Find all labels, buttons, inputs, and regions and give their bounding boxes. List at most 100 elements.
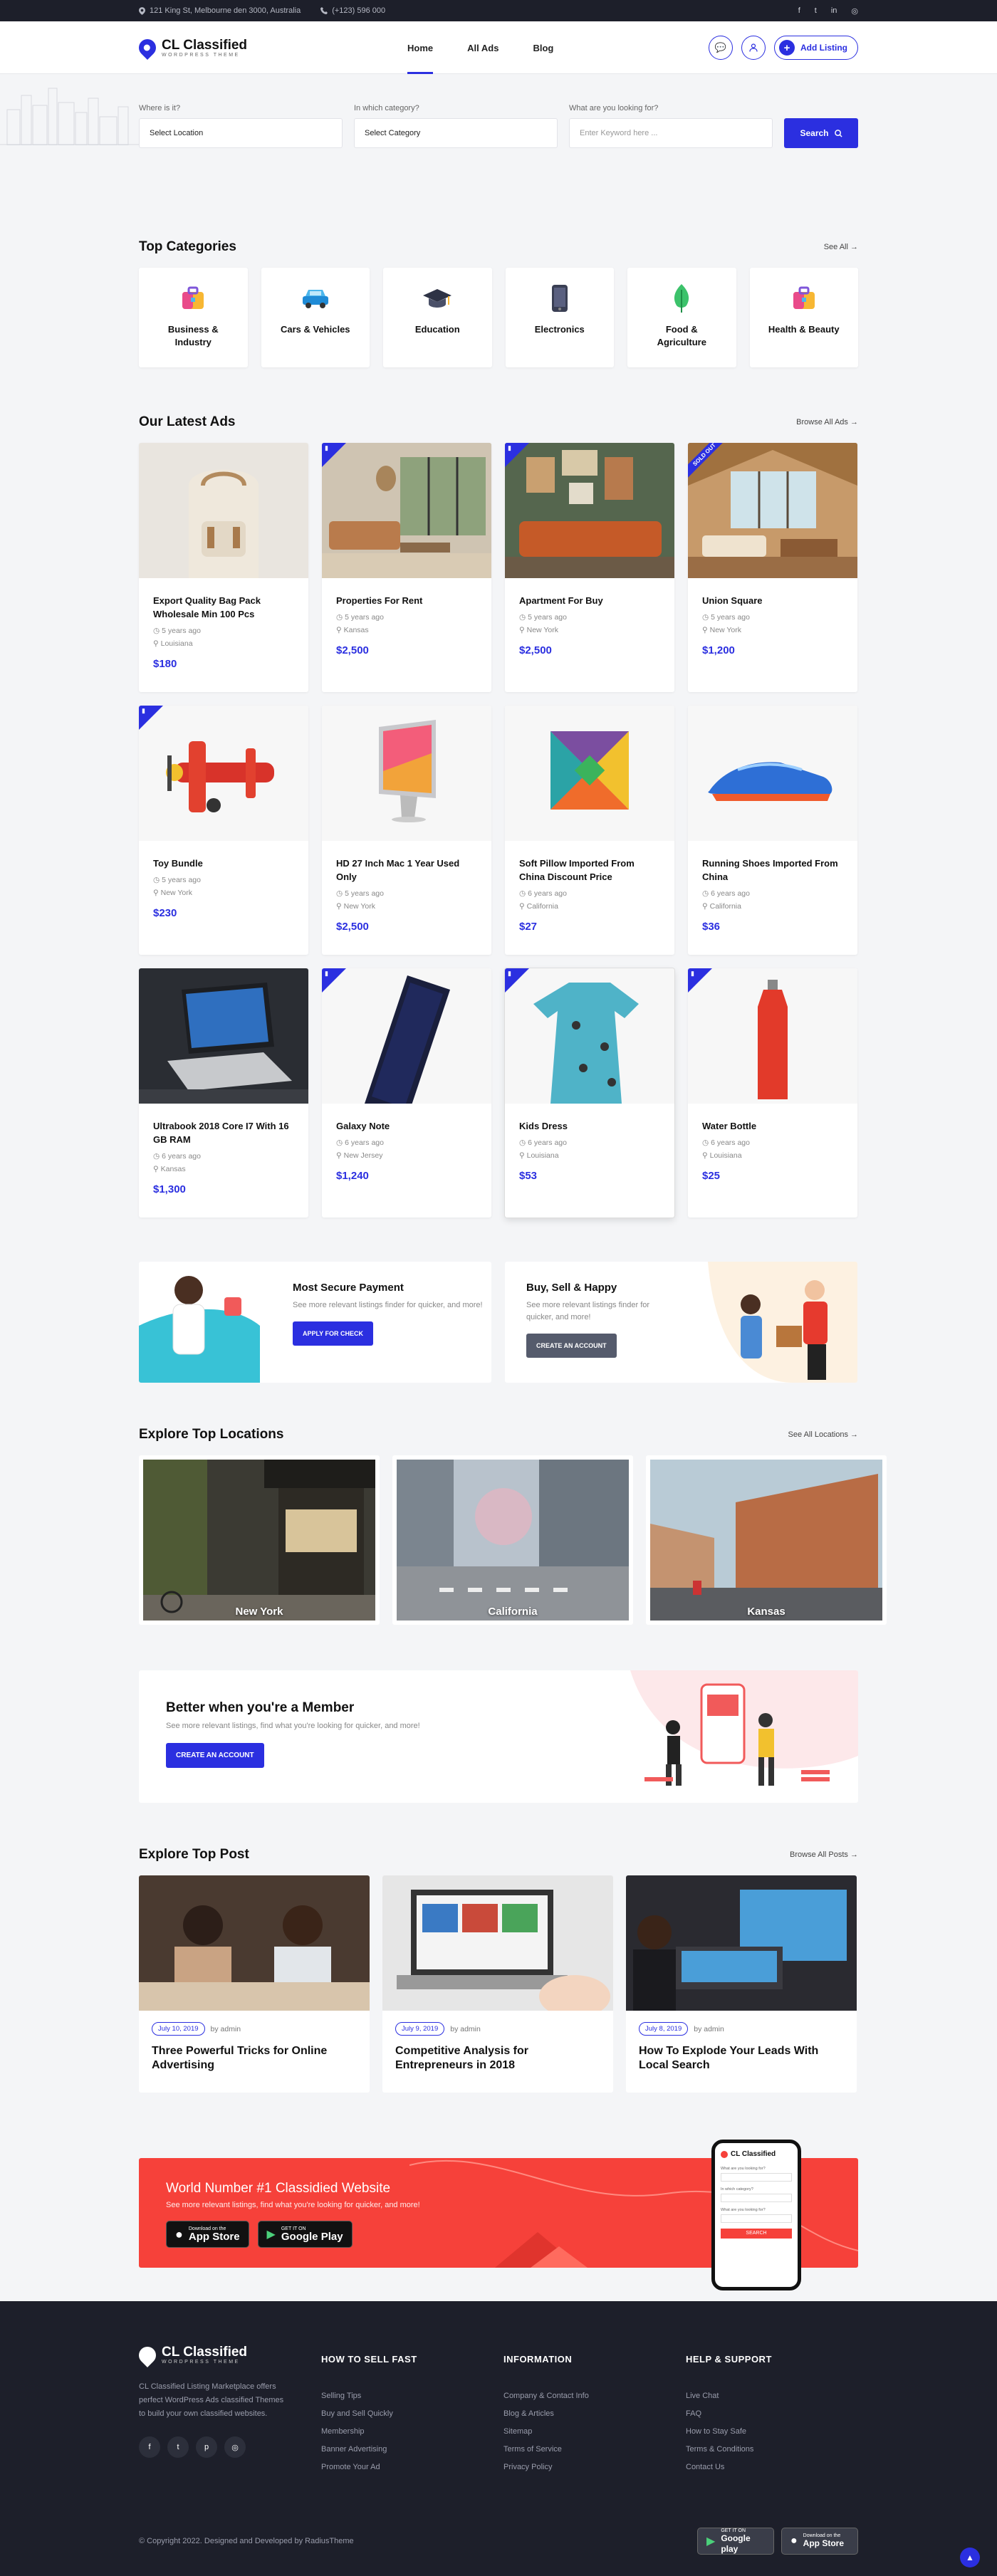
ad-title[interactable]: Apartment For Buy [519, 594, 660, 607]
see-all-locations-link[interactable]: See All Locations → [788, 1430, 858, 1439]
ad-image[interactable] [322, 443, 491, 578]
ad-title[interactable]: Running Shoes Imported From China [702, 857, 843, 884]
ad-card[interactable]: ▮ Apartment For Buy ◷ 5 years ago ⚲ New Y… [505, 443, 674, 692]
post-title[interactable]: How To Explode Your Leads With Local Sea… [639, 2044, 844, 2073]
post-card[interactable]: July 10, 2019 by admin Three Powerful Tri… [139, 1875, 370, 2093]
browse-all-posts-link[interactable]: Browse All Posts → [790, 1850, 858, 1859]
category-card[interactable]: Electronics [505, 268, 614, 367]
pinterest-icon[interactable]: p [196, 2436, 217, 2458]
footer-link[interactable]: Membership [321, 2423, 503, 2441]
footer-link[interactable]: Contact Us [686, 2459, 828, 2476]
category-card[interactable]: Business & Industry [139, 268, 248, 367]
create-account-button[interactable]: CREATE AN ACCOUNT [526, 1334, 617, 1358]
search-button[interactable]: Search [784, 118, 858, 148]
post-card[interactable]: July 8, 2019 by admin How To Explode Your… [626, 1875, 857, 2093]
nav-home[interactable]: Home [407, 21, 434, 74]
ad-card[interactable]: ▮ Water Bottle ◷ 6 years ago ⚲ Louisiana … [688, 968, 857, 1218]
ad-title[interactable]: Soft Pillow Imported From China Discount… [519, 857, 660, 884]
ad-title[interactable]: Galaxy Note [336, 1119, 477, 1133]
twitter-icon[interactable]: t [815, 6, 817, 16]
post-card[interactable]: July 9, 2019 by admin Competitive Analysi… [382, 1875, 613, 2093]
instagram-icon[interactable]: ◎ [224, 2436, 246, 2458]
apply-for-check-button[interactable]: APPLY FOR CHECK [293, 1321, 374, 1346]
footer-link[interactable]: Privacy Policy [503, 2459, 686, 2476]
twitter-icon[interactable]: t [167, 2436, 189, 2458]
see-all-link[interactable]: See All → [824, 243, 858, 251]
category-card[interactable]: Health & Beauty [749, 268, 858, 367]
footer-link[interactable]: Promote Your Ad [321, 2459, 503, 2476]
footer-link[interactable]: Banner Advertising [321, 2441, 503, 2459]
ad-image[interactable] [688, 443, 857, 578]
nav-all-ads[interactable]: All Ads [467, 21, 499, 74]
location-card[interactable]: California [392, 1455, 633, 1625]
ad-card[interactable]: ▮ Toy Bundle ◷ 5 years ago ⚲ New York $23… [139, 706, 308, 955]
facebook-icon[interactable]: f [139, 2436, 160, 2458]
create-account-button[interactable]: CREATE AN ACCOUNT [166, 1743, 264, 1768]
location-card[interactable]: New York [139, 1455, 380, 1625]
ad-card[interactable]: Running Shoes Imported From China ◷ 6 ye… [688, 706, 857, 955]
footer-link[interactable]: Selling Tips [321, 2387, 503, 2405]
app-store-button[interactable]: ● Download on the App Store [781, 2528, 858, 2555]
footer-link[interactable]: How to Stay Safe [686, 2423, 828, 2441]
ad-image[interactable] [688, 968, 857, 1104]
footer-link[interactable]: Company & Contact Info [503, 2387, 686, 2405]
ad-image[interactable] [322, 706, 491, 841]
app-store-button[interactable]: ● Download on the App Store [166, 2221, 249, 2248]
google-play-button[interactable]: ▶ GET IT ON Google Play [257, 2221, 353, 2248]
post-title[interactable]: Three Powerful Tricks for Online Adverti… [152, 2044, 357, 2073]
google-play-button[interactable]: ▶ GET IT ON Google play [697, 2528, 774, 2555]
category-card[interactable]: Food & Agriculture [627, 268, 736, 367]
location-image[interactable]: New York [143, 1460, 375, 1621]
ad-card[interactable]: Soft Pillow Imported From China Discount… [505, 706, 674, 955]
footer-link[interactable]: Buy and Sell Quickly [321, 2405, 503, 2423]
ad-image[interactable] [505, 443, 674, 578]
ad-card[interactable]: SOLD OUT Union Square ◷ 5 years ago ⚲ New… [688, 443, 857, 692]
location-image[interactable]: California [397, 1460, 629, 1621]
ad-title[interactable]: Properties For Rent [336, 594, 477, 607]
post-image[interactable] [382, 1875, 613, 2011]
post-date[interactable]: July 10, 2019 [152, 2022, 205, 2036]
category-select[interactable]: Select Category [354, 118, 558, 148]
category-card[interactable]: Cars & Vehicles [261, 268, 370, 367]
location-card[interactable]: Kansas [646, 1455, 887, 1625]
footer-link[interactable]: Terms & Conditions [686, 2441, 828, 2459]
ad-title[interactable]: Ultrabook 2018 Core I7 With 16 GB RAM [153, 1119, 294, 1146]
keyword-input[interactable]: Enter Keyword here ... [569, 118, 773, 148]
post-image[interactable] [626, 1875, 857, 2011]
facebook-icon[interactable]: f [798, 6, 800, 16]
footer-logo[interactable]: CL Classified WORDPRESS THEME [135, 2342, 321, 2367]
ad-image[interactable] [688, 706, 857, 841]
ad-card[interactable]: ▮ Galaxy Note ◷ 6 years ago ⚲ New Jersey … [322, 968, 491, 1218]
ad-title[interactable]: Union Square [702, 594, 843, 607]
site-logo[interactable]: CL Classified WORDPRESS THEME [135, 36, 247, 60]
post-date[interactable]: July 8, 2019 [639, 2022, 689, 2036]
ad-image[interactable] [139, 968, 308, 1104]
ad-image[interactable] [139, 443, 308, 578]
location-select[interactable]: Select Location [139, 118, 343, 148]
post-title[interactable]: Competitive Analysis for Entrepreneurs i… [395, 2044, 600, 2073]
post-image[interactable] [139, 1875, 370, 2011]
post-date[interactable]: July 9, 2019 [395, 2022, 445, 2036]
ad-title[interactable]: HD 27 Inch Mac 1 Year Used Only [336, 857, 477, 884]
ad-card[interactable]: ▮ Kids Dress ◷ 6 years ago ⚲ Louisiana $5… [505, 968, 674, 1218]
scroll-to-top-button[interactable]: ▲ [960, 2548, 980, 2567]
ad-image[interactable] [322, 968, 491, 1104]
ad-image[interactable] [139, 706, 308, 841]
ad-card[interactable]: Export Quality Bag Pack Wholesale Min 10… [139, 443, 308, 692]
footer-link[interactable]: FAQ [686, 2405, 828, 2423]
footer-link[interactable]: Blog & Articles [503, 2405, 686, 2423]
location-image[interactable]: Kansas [650, 1460, 882, 1621]
linkedin-icon[interactable]: in [831, 6, 837, 16]
instagram-icon[interactable]: ◎ [851, 6, 858, 16]
account-button[interactable] [741, 36, 766, 60]
category-card[interactable]: Education [383, 268, 492, 367]
footer-link[interactable]: Live Chat [686, 2387, 828, 2405]
ad-card[interactable]: HD 27 Inch Mac 1 Year Used Only ◷ 5 year… [322, 706, 491, 955]
nav-blog[interactable]: Blog [533, 21, 553, 74]
ad-title[interactable]: Export Quality Bag Pack Wholesale Min 10… [153, 594, 294, 621]
ad-image[interactable] [505, 706, 674, 841]
browse-all-ads-link[interactable]: Browse All Ads → [796, 418, 858, 426]
chat-button[interactable]: 💬 [709, 36, 733, 60]
ad-card[interactable]: ▮ Properties For Rent ◷ 5 years ago ⚲ Kan… [322, 443, 491, 692]
add-listing-button[interactable]: + Add Listing [774, 36, 858, 60]
